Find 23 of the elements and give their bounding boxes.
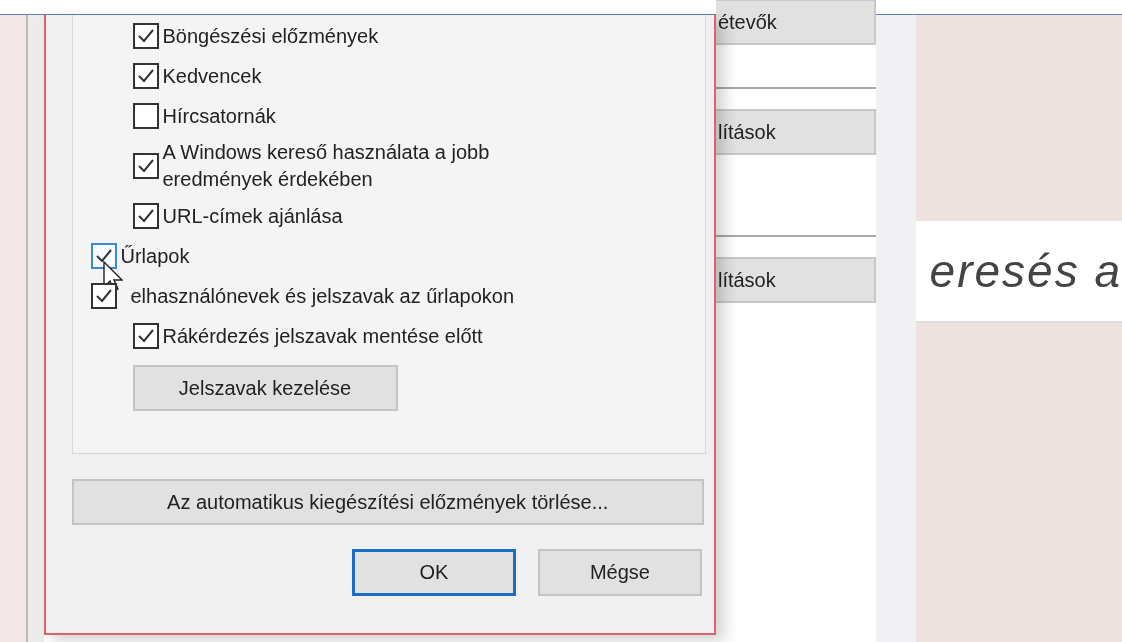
dialog-button[interactable]: Mégse <box>537 549 702 596</box>
dialog-button[interactable]: OK <box>351 549 516 596</box>
option-label: Kedvencek <box>162 64 262 89</box>
checkmark-icon <box>94 288 113 304</box>
clear-history-button[interactable]: Az automatikus kiegészítési előzmények törlése... <box>71 479 704 525</box>
checkmark-icon <box>136 208 155 224</box>
settings-button[interactable]: étevők <box>715 0 877 45</box>
page-heading: eresés a <box>929 244 1122 298</box>
settings-button[interactable]: lítások <box>715 109 877 155</box>
settings-button[interactable]: lítások <box>715 257 877 303</box>
option-label: Hírcsatornák <box>162 104 276 129</box>
option-label: Böngészési előzmények <box>162 24 379 49</box>
checkmark-icon <box>136 68 155 84</box>
option-label: A Windows kereső használata a jobb eredmények érdekében <box>162 140 491 192</box>
checkmark-icon <box>136 28 155 44</box>
manage-passwords-button[interactable]: Jelszavak kezelése <box>132 365 398 411</box>
checkmark-icon <box>136 158 155 174</box>
option-label: URL-címek ajánlása <box>162 204 343 229</box>
option-label: elhasználónevek és jelszavak az űrlapokon <box>130 284 515 309</box>
checkmark-icon <box>94 248 113 264</box>
option-label: Rákérdezés jelszavak mentése előtt <box>162 324 483 349</box>
checkmark-icon <box>136 328 155 344</box>
option-label: Űrlapok <box>120 244 190 269</box>
